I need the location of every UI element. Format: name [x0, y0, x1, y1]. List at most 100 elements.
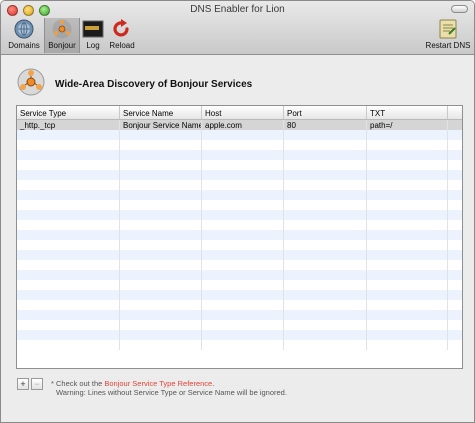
add-row-button[interactable]: +	[17, 378, 29, 390]
cell-host[interactable]: apple.com	[202, 120, 284, 130]
toolbar-reload-button[interactable]: Reload	[107, 18, 137, 53]
table-row-empty[interactable]	[17, 300, 462, 310]
table-cell-empty[interactable]	[120, 140, 202, 150]
table-cell-empty[interactable]	[284, 190, 367, 200]
toolbar-domains-button[interactable]: Domains	[5, 18, 43, 53]
table-cell-empty[interactable]	[367, 290, 448, 300]
table-cell-empty[interactable]	[202, 290, 284, 300]
table-cell-empty[interactable]	[284, 260, 367, 270]
table-cell-empty[interactable]	[120, 300, 202, 310]
column-header-txt[interactable]: TXT	[367, 106, 448, 119]
table-cell-empty[interactable]	[367, 170, 448, 180]
table-cell-empty[interactable]	[17, 160, 120, 170]
table-cell-empty[interactable]	[17, 260, 120, 270]
table-cell-empty[interactable]	[17, 210, 120, 220]
table-cell-empty[interactable]	[202, 180, 284, 190]
table-cell-empty[interactable]	[367, 280, 448, 290]
table-cell-empty[interactable]	[17, 250, 120, 260]
table-cell-empty[interactable]	[120, 160, 202, 170]
table-row-empty[interactable]	[17, 220, 462, 230]
table-cell-empty[interactable]	[284, 310, 367, 320]
table-row-empty[interactable]	[17, 180, 462, 190]
table-row-empty[interactable]	[17, 160, 462, 170]
table-cell-empty[interactable]	[17, 340, 120, 350]
table-cell-empty[interactable]	[367, 200, 448, 210]
table-row-empty[interactable]	[17, 340, 462, 350]
table-cell-empty[interactable]	[120, 330, 202, 340]
table-cell-empty[interactable]	[202, 200, 284, 210]
table-cell-empty[interactable]	[202, 170, 284, 180]
table-cell-empty[interactable]	[202, 140, 284, 150]
table-cell-empty[interactable]	[17, 320, 120, 330]
table-cell-empty[interactable]	[367, 240, 448, 250]
table-cell-empty[interactable]	[284, 300, 367, 310]
table-cell-empty[interactable]	[284, 230, 367, 240]
table-cell-empty[interactable]	[120, 280, 202, 290]
table-row-empty[interactable]	[17, 250, 462, 260]
table-cell-empty[interactable]	[202, 240, 284, 250]
table-row-empty[interactable]	[17, 150, 462, 160]
column-header-service-type[interactable]: Service Type	[17, 106, 120, 119]
table-cell-empty[interactable]	[367, 270, 448, 280]
table-cell-empty[interactable]	[202, 250, 284, 260]
table-row-empty[interactable]	[17, 190, 462, 200]
table-cell-empty[interactable]	[202, 210, 284, 220]
table-row-empty[interactable]	[17, 290, 462, 300]
table-cell-empty[interactable]	[284, 130, 367, 140]
table-row-empty[interactable]	[17, 230, 462, 240]
table-cell-empty[interactable]	[17, 150, 120, 160]
table-cell-empty[interactable]	[284, 170, 367, 180]
table-cell-empty[interactable]	[17, 280, 120, 290]
table-cell-empty[interactable]	[120, 340, 202, 350]
table-cell-empty[interactable]	[284, 160, 367, 170]
toolbar-restart-dns-button[interactable]: Restart DNS	[425, 18, 471, 53]
table-cell-empty[interactable]	[284, 150, 367, 160]
table-cell-empty[interactable]	[367, 210, 448, 220]
table-cell-empty[interactable]	[284, 210, 367, 220]
table-cell-empty[interactable]	[367, 230, 448, 240]
table-cell-empty[interactable]	[202, 310, 284, 320]
table-cell-empty[interactable]	[120, 170, 202, 180]
table-cell-empty[interactable]	[17, 140, 120, 150]
table-cell-empty[interactable]	[120, 270, 202, 280]
table-cell-empty[interactable]	[17, 190, 120, 200]
table-cell-empty[interactable]	[17, 170, 120, 180]
table-cell-empty[interactable]	[284, 330, 367, 340]
table-cell-empty[interactable]	[17, 310, 120, 320]
table-row-empty[interactable]	[17, 320, 462, 330]
table-cell-empty[interactable]	[202, 260, 284, 270]
table-cell-empty[interactable]	[17, 240, 120, 250]
table-cell-empty[interactable]	[17, 220, 120, 230]
table-cell-empty[interactable]	[367, 190, 448, 200]
table-cell-empty[interactable]	[367, 310, 448, 320]
table-cell-empty[interactable]	[120, 200, 202, 210]
table-cell-empty[interactable]	[202, 340, 284, 350]
table-row[interactable]: _http._tcp Bonjour Service Name apple.co…	[17, 120, 462, 130]
table-cell-empty[interactable]	[284, 220, 367, 230]
table-cell-empty[interactable]	[367, 180, 448, 190]
table-cell-empty[interactable]	[202, 150, 284, 160]
table-row-empty[interactable]	[17, 260, 462, 270]
cell-service-type[interactable]: _http._tcp	[17, 120, 120, 130]
table-row-empty[interactable]	[17, 280, 462, 290]
table-cell-empty[interactable]	[17, 180, 120, 190]
services-table[interactable]: Service Type Service Name Host Port TXT …	[16, 105, 463, 369]
table-cell-empty[interactable]	[120, 250, 202, 260]
remove-row-button[interactable]: −	[31, 378, 43, 390]
table-cell-empty[interactable]	[120, 190, 202, 200]
table-cell-empty[interactable]	[367, 260, 448, 270]
cell-service-name[interactable]: Bonjour Service Name	[120, 120, 202, 130]
toolbar-bonjour-button[interactable]: Bonjour	[44, 18, 80, 53]
table-cell-empty[interactable]	[120, 220, 202, 230]
table-cell-empty[interactable]	[202, 130, 284, 140]
table-row-empty[interactable]	[17, 270, 462, 280]
table-cell-empty[interactable]	[120, 310, 202, 320]
table-cell-empty[interactable]	[284, 280, 367, 290]
table-cell-empty[interactable]	[120, 320, 202, 330]
cell-txt[interactable]: path=/	[367, 120, 448, 130]
table-cell-empty[interactable]	[284, 140, 367, 150]
table-cell-empty[interactable]	[284, 240, 367, 250]
table-cell-empty[interactable]	[284, 200, 367, 210]
table-cell-empty[interactable]	[284, 340, 367, 350]
table-cell-empty[interactable]	[120, 130, 202, 140]
